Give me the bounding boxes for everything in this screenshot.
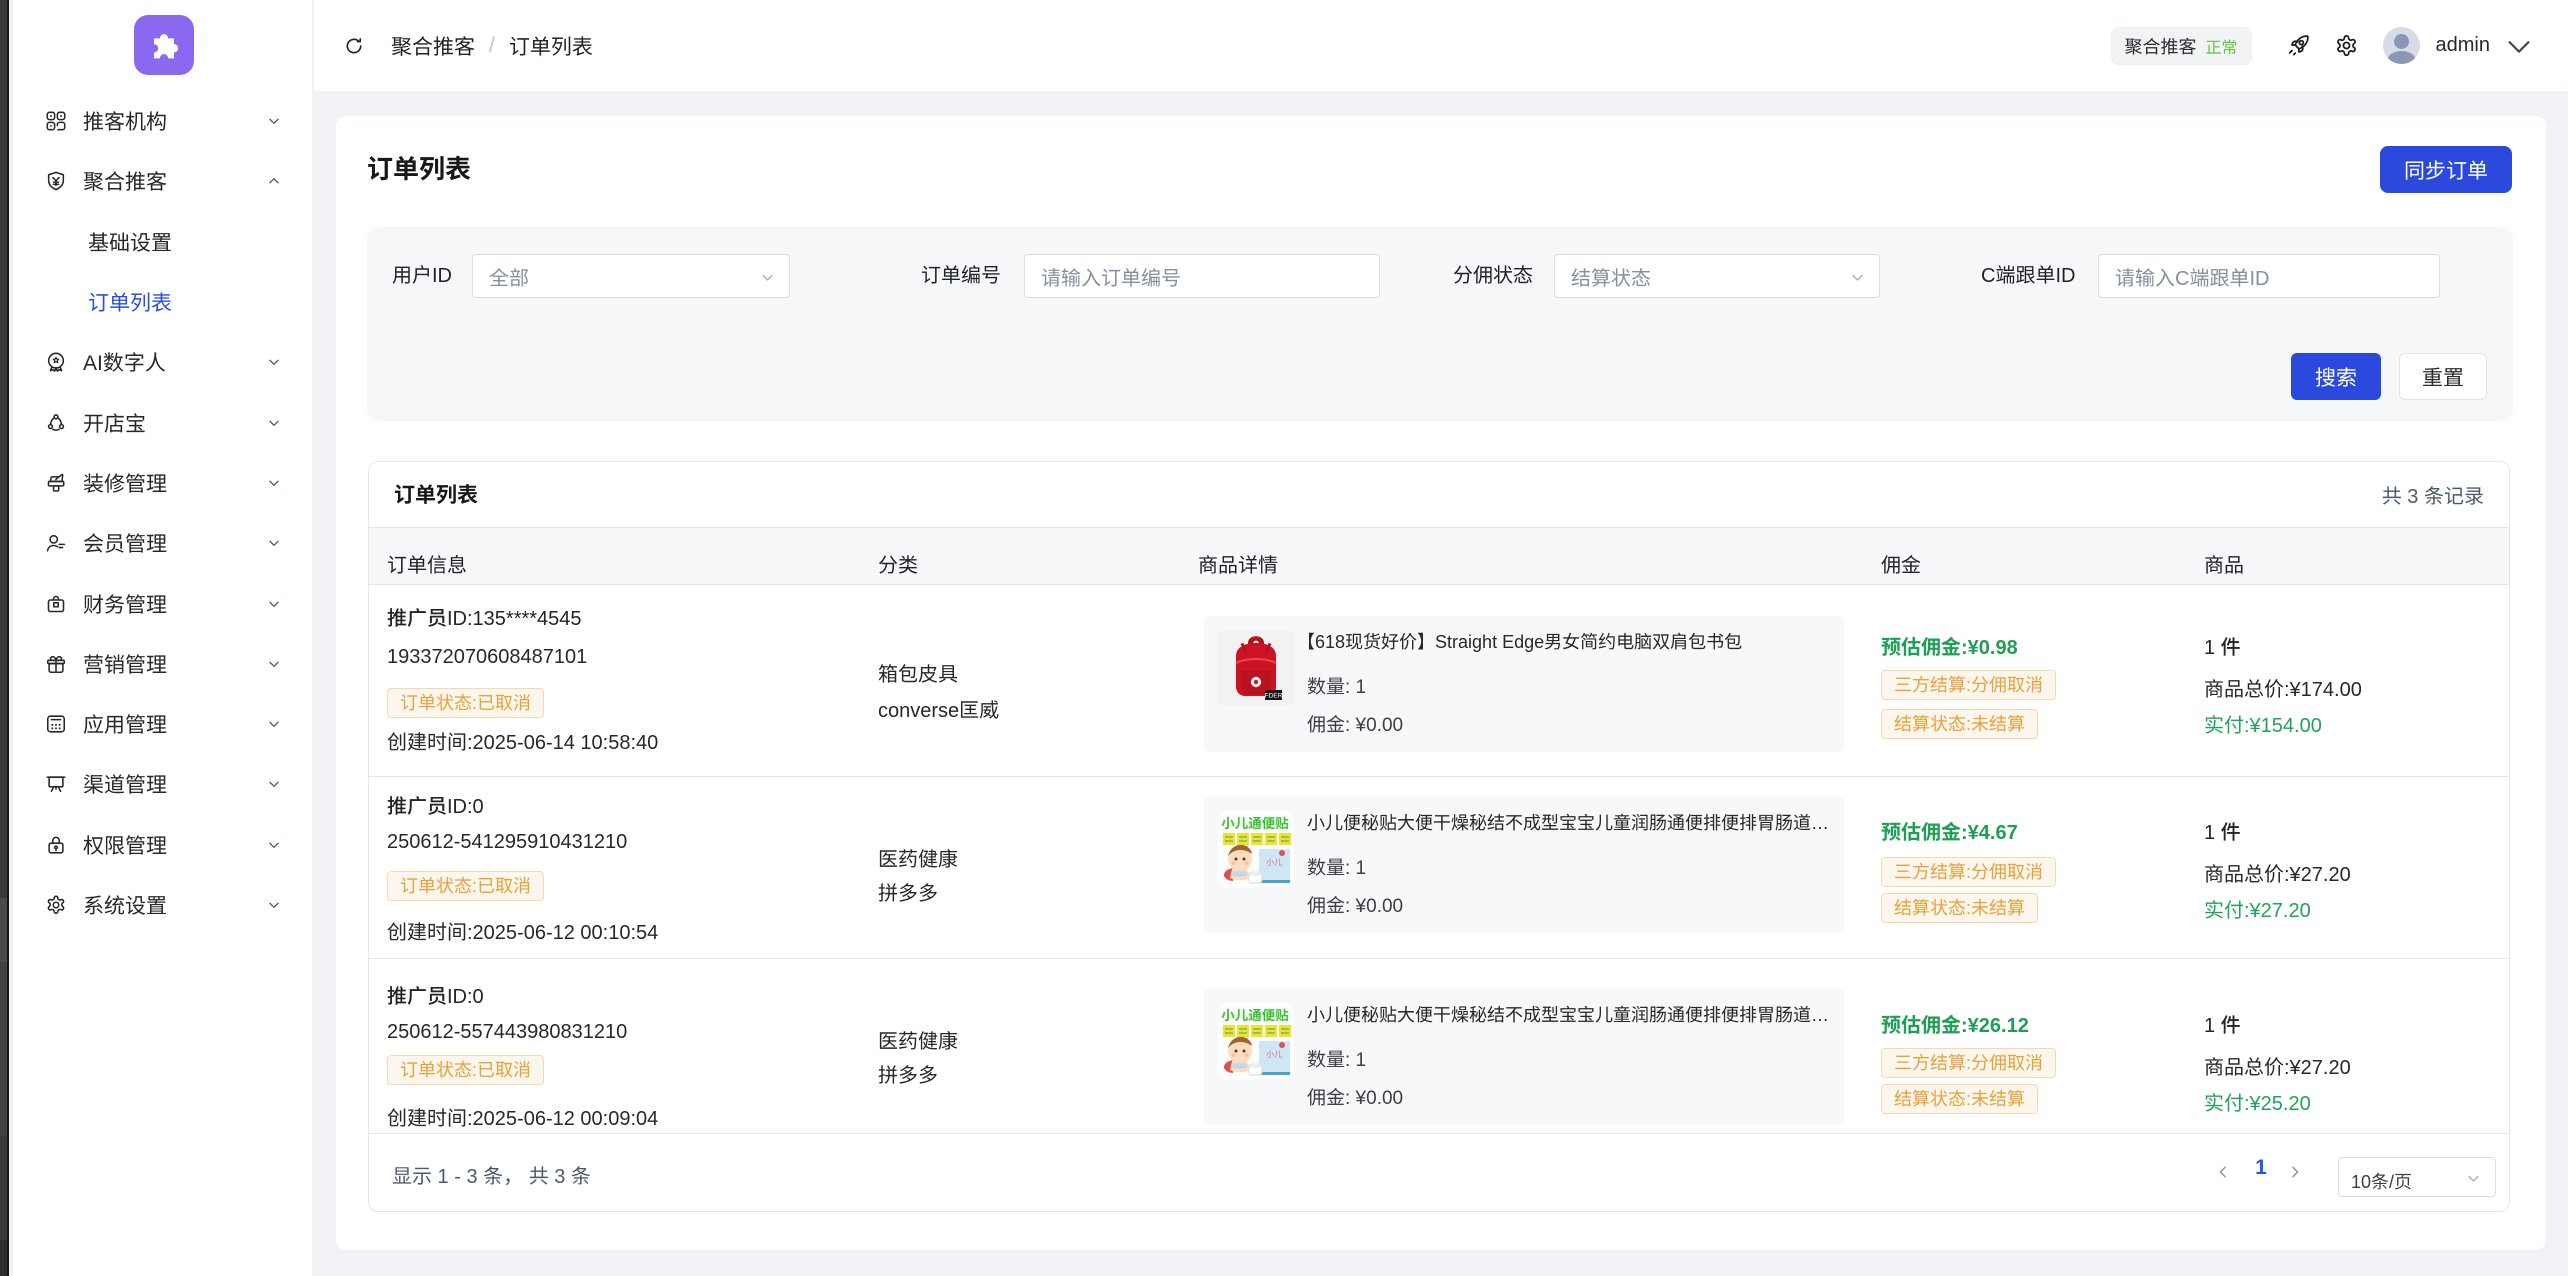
svg-text:小儿通便贴: 小儿通便贴 <box>1221 816 1289 831</box>
svg-text:FDER: FDER <box>1265 693 1283 700</box>
svg-text:小儿通便贴: 小儿通便贴 <box>1221 1008 1289 1023</box>
svg-text:小儿: 小儿 <box>1266 1050 1282 1059</box>
svg-text:小儿: 小儿 <box>1266 858 1282 867</box>
